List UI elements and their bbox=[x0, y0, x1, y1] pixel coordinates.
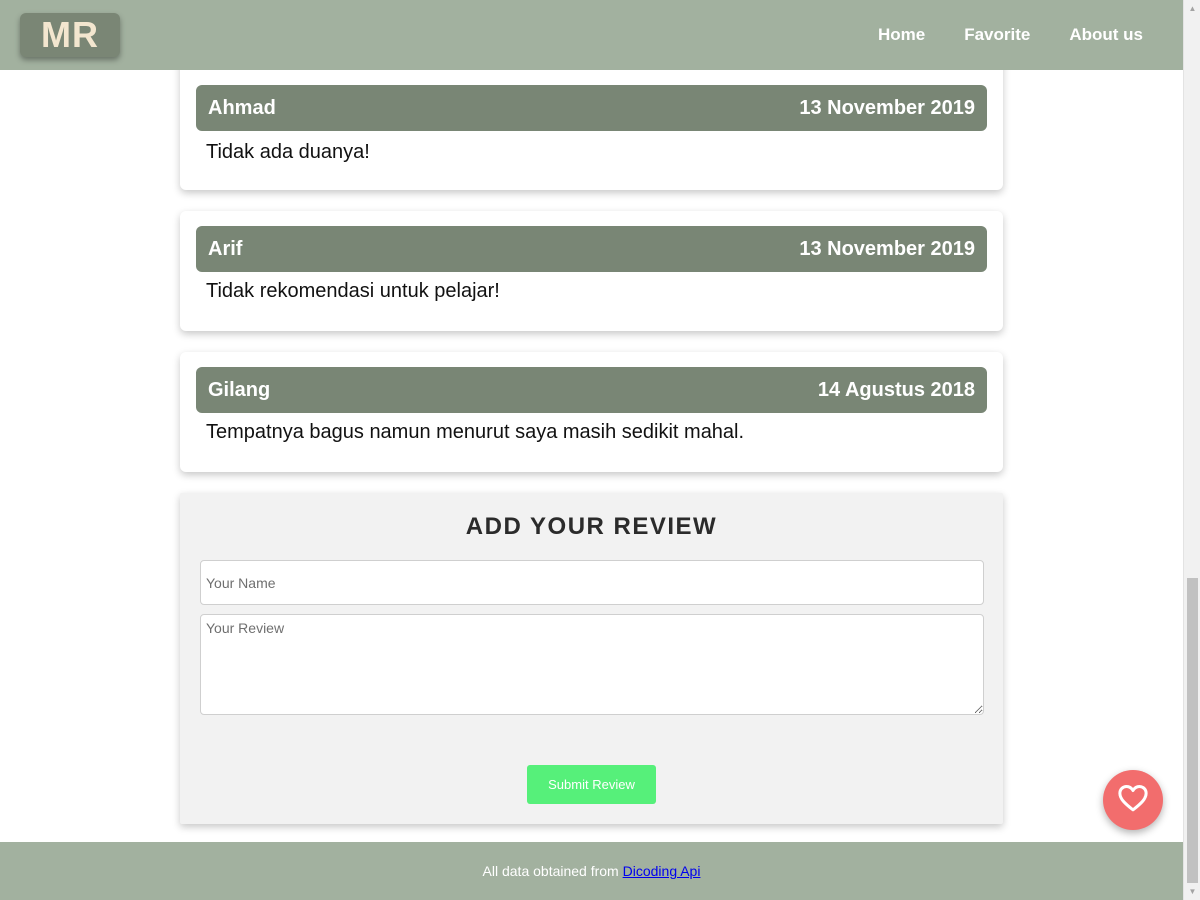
vertical-scrollbar[interactable]: ▲ ▼ bbox=[1183, 0, 1200, 900]
review-card: Ahmad 13 November 2019 Tidak ada duanya! bbox=[180, 51, 1003, 190]
review-card-header: Arif 13 November 2019 bbox=[196, 226, 987, 272]
reviewer-name: Gilang bbox=[208, 378, 271, 401]
scroll-thumb[interactable] bbox=[1187, 578, 1198, 883]
page-footer: All data obtained from Dicoding Api bbox=[0, 842, 1183, 900]
form-title: ADD YOUR REVIEW bbox=[465, 513, 718, 540]
review-textarea[interactable] bbox=[200, 614, 984, 715]
reviewer-name: Ahmad bbox=[208, 96, 276, 119]
nav-link-home[interactable]: Home bbox=[878, 25, 925, 45]
scroll-down-icon[interactable]: ▼ bbox=[1184, 883, 1200, 900]
heart-icon bbox=[1118, 784, 1148, 817]
page-viewport: MR Home Favorite About us Ahmad 13 Novem… bbox=[0, 0, 1183, 900]
review-date: 13 November 2019 bbox=[799, 96, 975, 119]
review-text: Tidak rekomendasi untuk pelajar! bbox=[206, 280, 500, 302]
dicoding-api-link[interactable]: Dicoding Api bbox=[623, 863, 701, 879]
review-text: Tempatnya bagus namun menurut saya masih… bbox=[206, 421, 745, 443]
review-card: Arif 13 November 2019 Tidak rekomendasi … bbox=[180, 211, 1003, 331]
footer-text: All data obtained from bbox=[482, 863, 619, 879]
submit-review-button[interactable]: Submit Review bbox=[527, 765, 656, 804]
scroll-up-icon[interactable]: ▲ bbox=[1184, 0, 1200, 17]
review-date: 14 Agustus 2018 bbox=[817, 378, 975, 401]
main-nav: Home Favorite About us bbox=[839, 0, 1143, 70]
add-review-form: ADD YOUR REVIEW Submit Review bbox=[180, 493, 1003, 824]
reviewer-name: Arif bbox=[208, 237, 243, 260]
reviewer-name-input[interactable] bbox=[200, 560, 984, 605]
review-card-header: Gilang 14 Agustus 2018 bbox=[196, 367, 987, 413]
favorite-button[interactable] bbox=[1103, 770, 1163, 830]
review-date: 13 November 2019 bbox=[799, 237, 975, 260]
review-text: Tidak ada duanya! bbox=[206, 141, 370, 163]
top-header: MR Home Favorite About us bbox=[0, 0, 1183, 70]
site-logo[interactable]: MR bbox=[20, 13, 120, 57]
review-card: Gilang 14 Agustus 2018 Tempatnya bagus n… bbox=[180, 352, 1003, 472]
nav-link-about-us[interactable]: About us bbox=[1069, 25, 1143, 45]
review-card-header: Ahmad 13 November 2019 bbox=[196, 85, 987, 131]
nav-link-favorite[interactable]: Favorite bbox=[964, 25, 1030, 45]
